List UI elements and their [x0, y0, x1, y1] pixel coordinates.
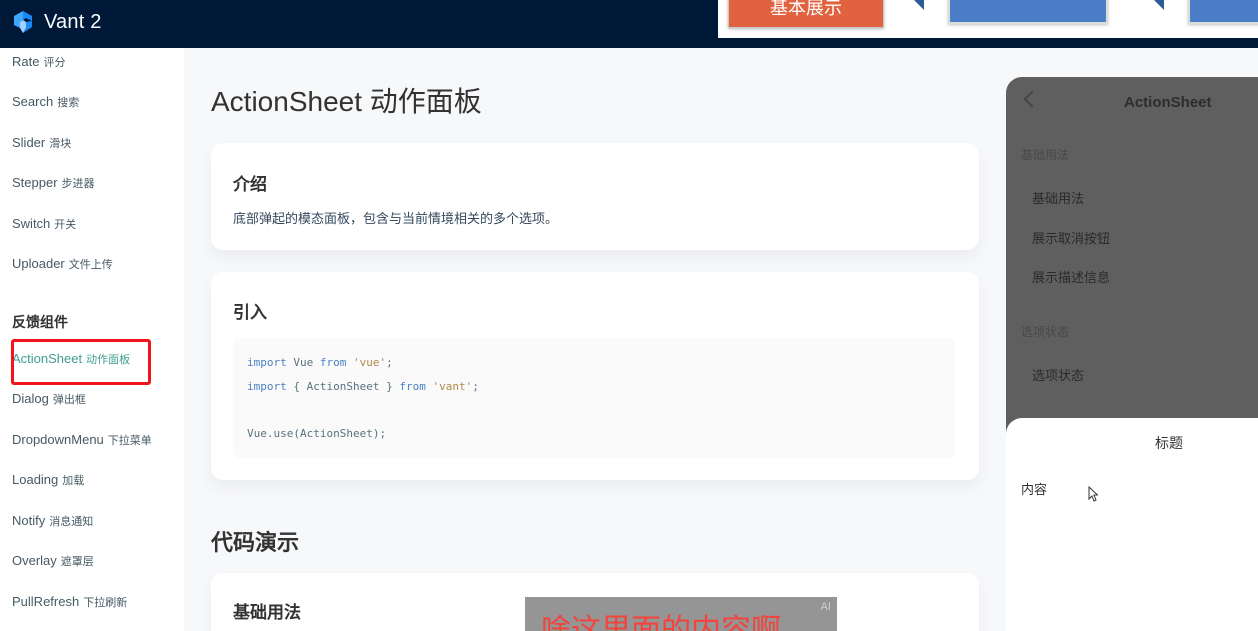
code-line: import Vue from 'vue';	[247, 356, 393, 369]
action-sheet-popup: 标题 内容	[1006, 418, 1258, 631]
slide-arrow-icon	[1154, 0, 1164, 10]
sidebar-item-uploader[interactable]: Uploader 文件上传	[12, 256, 113, 272]
sidebar-item-overlay[interactable]: Overlay 遮罩层	[12, 553, 94, 569]
intro-heading: 介绍	[233, 175, 267, 194]
sidebar-item-stepper[interactable]: Stepper 步进器	[12, 175, 95, 191]
slide-box-blue	[1188, 0, 1258, 24]
mouse-cursor-icon	[1088, 486, 1098, 502]
logo[interactable]: Vant 2	[12, 10, 102, 34]
code-line: import { ActionSheet } from 'vant';	[247, 380, 479, 393]
sidebar-group-feedback: 反馈组件	[12, 314, 68, 330]
phone-item-show-cancel[interactable]: 展示取消按钮	[1032, 228, 1110, 247]
slide-box-basic-display: 基本展示	[728, 0, 884, 28]
phone-nav-bar: ActionSheet	[1006, 77, 1258, 129]
video-caption-overlay: 啥这里面的内容啊 AI	[525, 597, 837, 631]
phone-group-basic: 基础用法	[1021, 148, 1070, 162]
phone-item-option-status[interactable]: 选项状态	[1032, 365, 1084, 384]
demo-section-title: 代码演示	[211, 530, 300, 555]
phone-group-option-status: 选项状态	[1021, 325, 1070, 339]
sidebar-item-switch[interactable]: Switch 开关	[12, 216, 76, 232]
slide-overlay-strip: 基本展示	[718, 0, 1258, 38]
phone-item-show-description[interactable]: 展示描述信息	[1032, 267, 1110, 286]
sidebar-item-loading[interactable]: Loading 加载	[12, 472, 84, 488]
slide-box-blue	[948, 0, 1108, 24]
sidebar-item-notify[interactable]: Notify 消息通知	[12, 513, 93, 529]
code-line: Vue.use(ActionSheet);	[247, 427, 387, 440]
action-sheet-title: 标题	[1155, 435, 1183, 451]
basic-usage-heading: 基础用法	[233, 603, 301, 622]
phone-item-basic-usage[interactable]: 基础用法	[1032, 188, 1084, 207]
import-heading: 引入	[233, 303, 267, 322]
phone-title: ActionSheet	[1124, 94, 1212, 111]
sidebar-item-dialog[interactable]: Dialog 弹出框	[12, 391, 86, 407]
intro-card: 介绍 底部弹起的模态面板，包含与当前情境相关的多个选项。	[211, 143, 979, 250]
sidebar-item-search[interactable]: Search 搜索	[12, 94, 79, 110]
sidebar-item-slider[interactable]: Slider 滑块	[12, 135, 71, 151]
import-code-block: import Vue from 'vue'; import { ActionSh…	[233, 338, 955, 458]
slide-arrow-icon	[914, 0, 924, 10]
sidebar-item-dropdownmenu[interactable]: DropdownMenu 下拉菜单	[12, 432, 152, 448]
back-arrow-icon[interactable]	[1023, 90, 1041, 108]
caption-ai-badge: AI	[820, 601, 831, 613]
intro-text: 底部弹起的模态面板，包含与当前情境相关的多个选项。	[233, 211, 559, 226]
logo-text: Vant 2	[44, 10, 102, 33]
highlight-annotation-box	[11, 339, 151, 385]
caption-text: 啥这里面的内容啊	[541, 614, 781, 631]
import-card: 引入 import Vue from 'vue'; import { Actio…	[211, 272, 979, 480]
sidebar-item-rate[interactable]: Rate 评分	[12, 54, 65, 70]
vant-logo-icon	[14, 11, 32, 33]
sidebar-item-pullrefresh[interactable]: PullRefresh 下拉刷新	[12, 594, 127, 610]
page-title: ActionSheet 动作面板	[211, 86, 482, 117]
action-sheet-content: 内容	[1021, 482, 1048, 497]
